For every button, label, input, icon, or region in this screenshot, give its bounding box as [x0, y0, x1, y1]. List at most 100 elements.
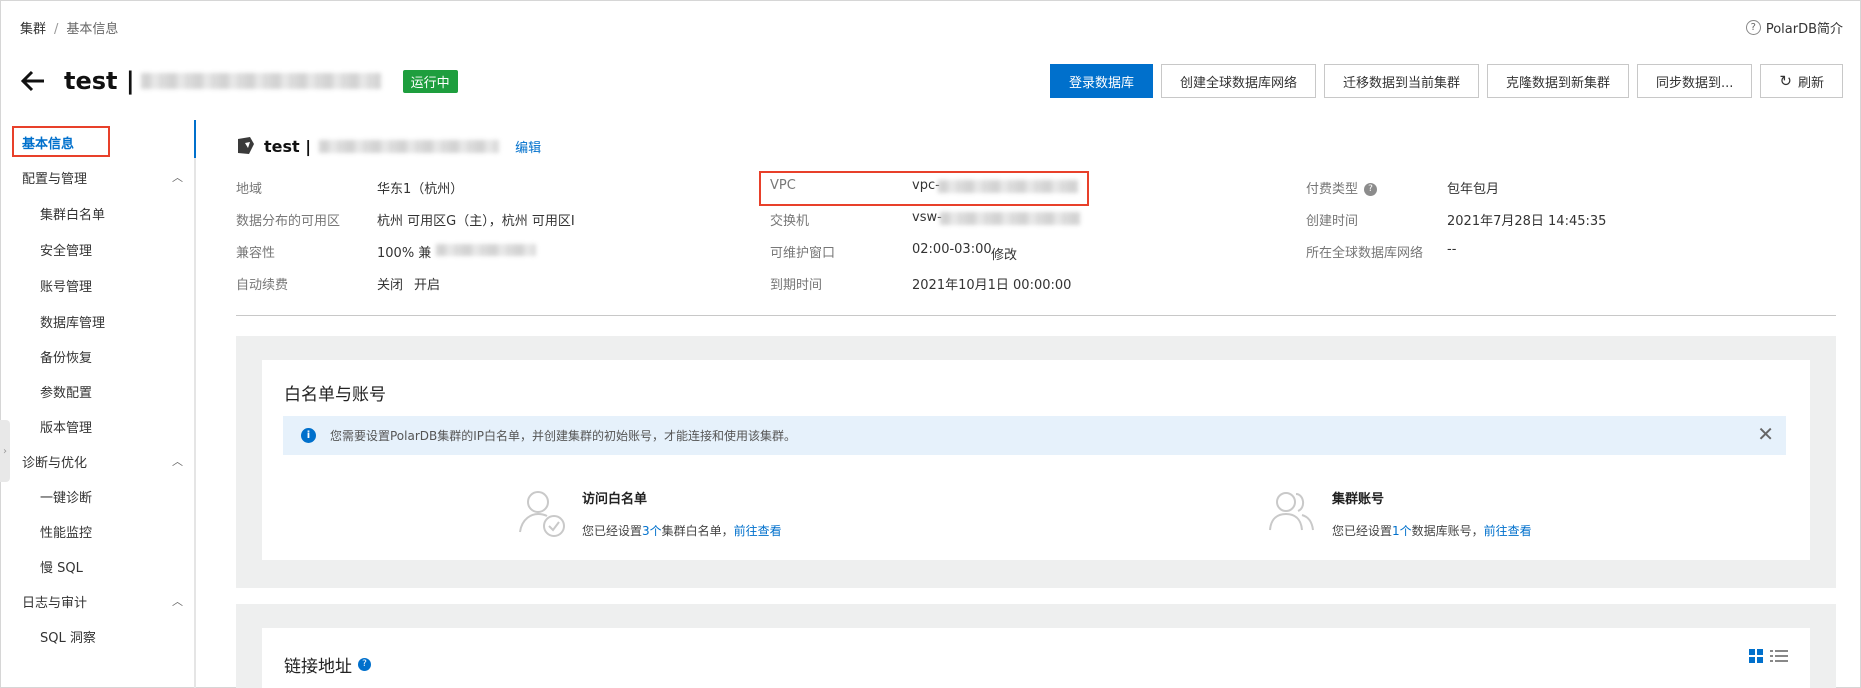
sidebar-item-performance[interactable]: 性能监控 — [40, 522, 92, 541]
info-value: 华东1（杭州） — [377, 182, 464, 197]
sidebar-item-version[interactable]: 版本管理 — [40, 417, 92, 436]
feature-title: 集群账号 — [1332, 492, 1385, 507]
vswitch-link[interactable]: vsw- — [912, 210, 942, 225]
divider — [236, 315, 1836, 316]
info-label: 地域 — [236, 182, 263, 197]
breadcrumb-current: 基本信息 — [66, 22, 119, 37]
whitelist-feature: 访问白名单 您已经设置3个集群白名单，前往查看 — [514, 484, 914, 544]
cluster-info-header: test | 编辑 — [236, 136, 541, 156]
question-circle-icon: ? — [1745, 20, 1761, 35]
toolbar: 登录数据库 创建全球数据库网络 迁移数据到当前集群 克隆数据到新集群 同步数据到… — [1049, 64, 1843, 98]
chevron-up-icon[interactable]: ︿ — [172, 453, 183, 469]
whitelist-count-link[interactable]: 3个 — [642, 524, 662, 538]
info-value: 关闭 — [377, 278, 404, 293]
create-global-network-button[interactable]: 创建全球数据库网络 — [1160, 64, 1316, 98]
info-label: 到期时间 — [770, 278, 823, 293]
page-title: test | — [64, 67, 135, 95]
redacted-cluster-id — [140, 73, 381, 89]
sync-data-button[interactable]: 同步数据到... — [1637, 64, 1753, 98]
info-label-text: 付费类型 — [1306, 182, 1359, 197]
view-accounts-link[interactable]: 前往查看 — [1484, 524, 1532, 538]
info-label: 兼容性 — [236, 246, 276, 261]
sidebar-collapse-handle[interactable]: › — [0, 420, 10, 482]
info-value: -- — [1447, 242, 1457, 257]
info-label: 交换机 — [770, 214, 810, 229]
help-label: PolarDB简介 — [1765, 22, 1843, 37]
back-arrow-icon[interactable] — [18, 66, 48, 96]
redacted-cluster-id — [319, 139, 500, 153]
view-whitelist-link[interactable]: 前往查看 — [734, 524, 782, 538]
desc-mid: 数据库账号， — [1411, 524, 1484, 538]
list-view-icon[interactable] — [1770, 648, 1788, 664]
clone-data-button[interactable]: 克隆数据到新集群 — [1486, 64, 1629, 98]
refresh-button[interactable]: ↻ 刷新 — [1760, 64, 1843, 98]
redacted-value — [940, 212, 1080, 225]
sidebar-item-params[interactable]: 参数配置 — [40, 382, 92, 401]
modify-window-link[interactable]: 修改 — [991, 244, 1017, 263]
login-database-button[interactable]: 登录数据库 — [1049, 64, 1153, 98]
accounts-feature: 集群账号 您已经设置1个数据库账号，前往查看 — [1264, 484, 1664, 544]
breadcrumb-root[interactable]: 集群 — [20, 22, 46, 37]
sidebar-group-logs[interactable]: 日志与审计 — [22, 592, 87, 611]
info-value: 100% 兼 — [377, 246, 432, 261]
refresh-icon: ↻ — [1779, 72, 1792, 90]
user-check-icon — [519, 491, 565, 537]
connection-card — [262, 628, 1810, 688]
info-label: 创建时间 — [1306, 214, 1359, 229]
info-label: 数据分布的可用区 — [236, 214, 341, 229]
question-icon[interactable]: ? — [1364, 183, 1378, 196]
desc-prefix: 您已经设置 — [1332, 524, 1393, 538]
redacted-value — [436, 244, 536, 256]
cluster-name: test | — [264, 136, 312, 156]
feature-desc: 您已经设置1个数据库账号，前往查看 — [1332, 522, 1532, 539]
question-icon[interactable]: ? — [358, 658, 371, 671]
sidebar-item-security[interactable]: 安全管理 — [40, 240, 92, 259]
desc-mid: 集群白名单， — [661, 524, 734, 538]
info-value: 02:00-03:00 — [912, 242, 992, 257]
desc-prefix: 您已经设置 — [582, 524, 643, 538]
migrate-data-button[interactable]: 迁移数据到当前集群 — [1323, 64, 1479, 98]
view-toggle — [1748, 648, 1788, 664]
sidebar-group-diagnostics[interactable]: 诊断与优化 — [22, 452, 87, 471]
chevron-up-icon[interactable]: ︿ — [172, 593, 183, 609]
info-label: 付费类型? — [1306, 178, 1378, 197]
sidebar-item-slow-sql[interactable]: 慢 SQL — [40, 557, 83, 576]
title-row: test | 运行中 — [18, 64, 458, 98]
info-label: 可维护窗口 — [770, 246, 836, 261]
sidebar: 基本信息 配置与管理 ︿ 集群白名单 安全管理 账号管理 数据库管理 备份恢复 … — [0, 120, 196, 688]
sidebar-item-whitelist[interactable]: 集群白名单 — [40, 204, 105, 223]
info-value: 杭州 可用区G（主），杭州 可用区I — [377, 214, 575, 229]
info-value: 包年包月 — [1447, 182, 1500, 197]
feature-title: 访问白名单 — [582, 492, 648, 507]
sidebar-item-databases[interactable]: 数据库管理 — [40, 312, 105, 331]
help-link[interactable]: ? PolarDB简介 — [1745, 18, 1843, 37]
breadcrumb: 集群 / 基本信息 — [20, 18, 118, 37]
active-indicator — [194, 120, 196, 158]
close-icon[interactable]: ✕ — [1757, 424, 1774, 444]
card-title: 链接地址 — [284, 657, 352, 677]
sidebar-item-accounts[interactable]: 账号管理 — [40, 276, 92, 295]
info-value: 2021年7月28日 14:45:35 — [1447, 214, 1607, 229]
info-alert: i 您需要设置PolarDB集群的IP白名单，并创建集群的初始账号，才能连接和使… — [283, 416, 1786, 455]
alert-message: 您需要设置PolarDB集群的IP白名单，并创建集群的初始账号，才能连接和使用该… — [330, 429, 797, 443]
sidebar-item-backup[interactable]: 备份恢复 — [40, 347, 92, 366]
connection-card-title: 链接地址 ? — [284, 652, 371, 677]
status-badge: 运行中 — [402, 69, 458, 93]
sidebar-item-basic-info[interactable]: 基本信息 — [22, 133, 74, 152]
info-label: 所在全球数据库网络 — [1306, 246, 1424, 261]
card-title: 白名单与账号 — [284, 385, 386, 405]
enable-autorenew-link[interactable]: 开启 — [414, 274, 440, 293]
users-icon — [1269, 492, 1314, 531]
account-count-link[interactable]: 1个 — [1392, 524, 1412, 538]
sidebar-item-sql-insight[interactable]: SQL 洞察 — [40, 627, 96, 646]
feature-desc: 您已经设置3个集群白名单，前往查看 — [582, 522, 782, 539]
grid-view-icon[interactable] — [1748, 648, 1764, 664]
sidebar-item-diagnose[interactable]: 一键诊断 — [40, 487, 92, 506]
edit-name-link[interactable]: 编辑 — [515, 137, 541, 156]
chevron-up-icon[interactable]: ︿ — [172, 169, 183, 185]
vpc-highlight-box — [759, 171, 1089, 206]
database-icon — [238, 137, 254, 154]
sidebar-group-config[interactable]: 配置与管理 — [22, 168, 87, 187]
info-label: 自动续费 — [236, 278, 289, 293]
breadcrumb-separator: / — [54, 22, 59, 37]
